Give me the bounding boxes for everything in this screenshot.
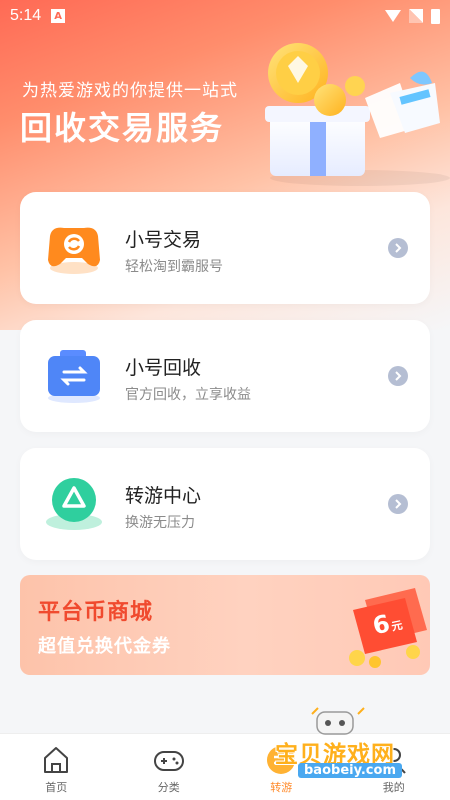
card-subtitle: 换游无压力 [125, 515, 195, 531]
chevron-right-icon[interactable] [388, 238, 408, 258]
coupon-illustration: 6 元 [349, 588, 427, 668]
tab-label: 分类 [157, 781, 180, 794]
watermark-url: baobeiy.com [298, 763, 402, 778]
gamepad-refresh-icon [48, 227, 100, 274]
hero-subtitle: 为热爱游戏的你提供一站式 [22, 81, 238, 101]
hero-title: 回收交易服务 [20, 109, 225, 147]
card-title: 小号回收 [125, 357, 202, 379]
banner-title: 平台币商城 [38, 600, 154, 625]
status-time: 5:14 [10, 7, 42, 24]
card-title: 小号交易 [125, 229, 202, 251]
tab-home[interactable]: 首页 [0, 734, 113, 800]
wifi-icon [385, 10, 401, 22]
card-transfer-center[interactable]: 转游中心 换游无压力 [20, 448, 430, 560]
card-title: 转游中心 [125, 485, 202, 507]
card-account-recycle[interactable]: 小号回收 官方回收，立享收益 [20, 320, 430, 432]
home-icon [44, 747, 69, 773]
status-bar: 5:14 A [0, 0, 450, 32]
tab-category[interactable]: 分类 [113, 734, 226, 800]
cell-signal-icon [409, 9, 423, 23]
battery-icon [431, 8, 440, 24]
card-account-trade[interactable]: 小号交易 轻松淘到霸服号 [20, 192, 430, 304]
swap-bag-icon [48, 350, 100, 403]
card-subtitle: 官方回收，立享收益 [125, 387, 251, 403]
banner-subtitle: 超值兑换代金券 [38, 636, 171, 657]
tab-label: 首页 [45, 781, 68, 794]
coin-gift-box-illustration [265, 43, 450, 186]
card-subtitle: 轻松淘到霸服号 [125, 259, 223, 275]
notification-icon: A [51, 9, 66, 23]
chevron-right-icon[interactable] [388, 494, 408, 514]
triangle-recycle-icon [46, 478, 102, 530]
chevron-right-icon[interactable] [388, 366, 408, 386]
gamepad-icon [153, 751, 184, 771]
platform-coin-mall-banner[interactable]: 平台币商城 超值兑换代金券 6 元 [20, 575, 430, 675]
